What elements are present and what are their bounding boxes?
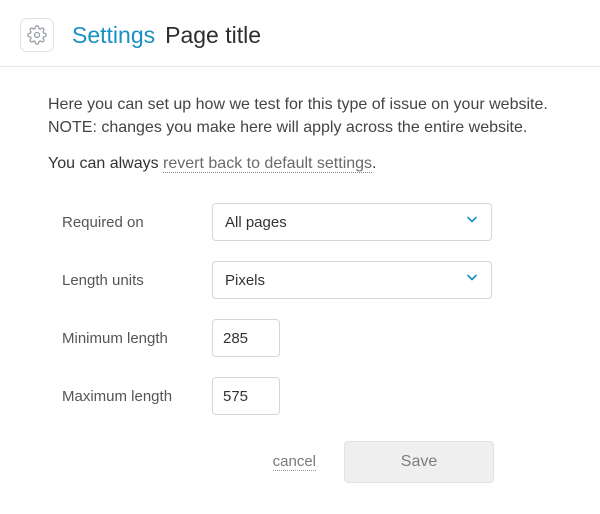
max-length-input[interactable]	[212, 377, 280, 415]
settings-header: Settings Page title	[0, 0, 600, 67]
min-length-input[interactable]	[212, 319, 280, 357]
revert-suffix: .	[372, 155, 376, 172]
max-length-label: Maximum length	[62, 388, 212, 405]
gear-icon	[20, 18, 54, 52]
length-units-select[interactable]: Pixels	[212, 261, 492, 299]
min-length-row: Minimum length	[62, 319, 552, 357]
revert-prefix: You can always	[48, 155, 163, 172]
length-units-label: Length units	[62, 272, 212, 289]
revert-line: You can always revert back to default se…	[48, 155, 552, 173]
min-length-label: Minimum length	[62, 330, 212, 347]
settings-form: Required on All pages Length units Pixel…	[48, 203, 552, 415]
required-on-select[interactable]: All pages	[212, 203, 492, 241]
description-text: Here you can set up how we test for this…	[48, 93, 552, 139]
length-units-row: Length units Pixels	[62, 261, 552, 299]
required-on-label: Required on	[62, 214, 212, 231]
settings-label: Settings	[72, 22, 155, 49]
required-on-value: All pages	[225, 214, 287, 231]
length-units-value: Pixels	[225, 272, 265, 289]
required-on-select-wrap: All pages	[212, 203, 492, 241]
page-title: Page title	[165, 22, 261, 49]
length-units-select-wrap: Pixels	[212, 261, 492, 299]
cancel-button[interactable]: cancel	[273, 453, 316, 471]
save-button[interactable]: Save	[344, 441, 494, 483]
form-actions: cancel Save	[48, 441, 552, 483]
required-on-row: Required on All pages	[62, 203, 552, 241]
settings-content: Here you can set up how we test for this…	[0, 67, 600, 503]
revert-link[interactable]: revert back to default settings	[163, 155, 372, 173]
max-length-row: Maximum length	[62, 377, 552, 415]
